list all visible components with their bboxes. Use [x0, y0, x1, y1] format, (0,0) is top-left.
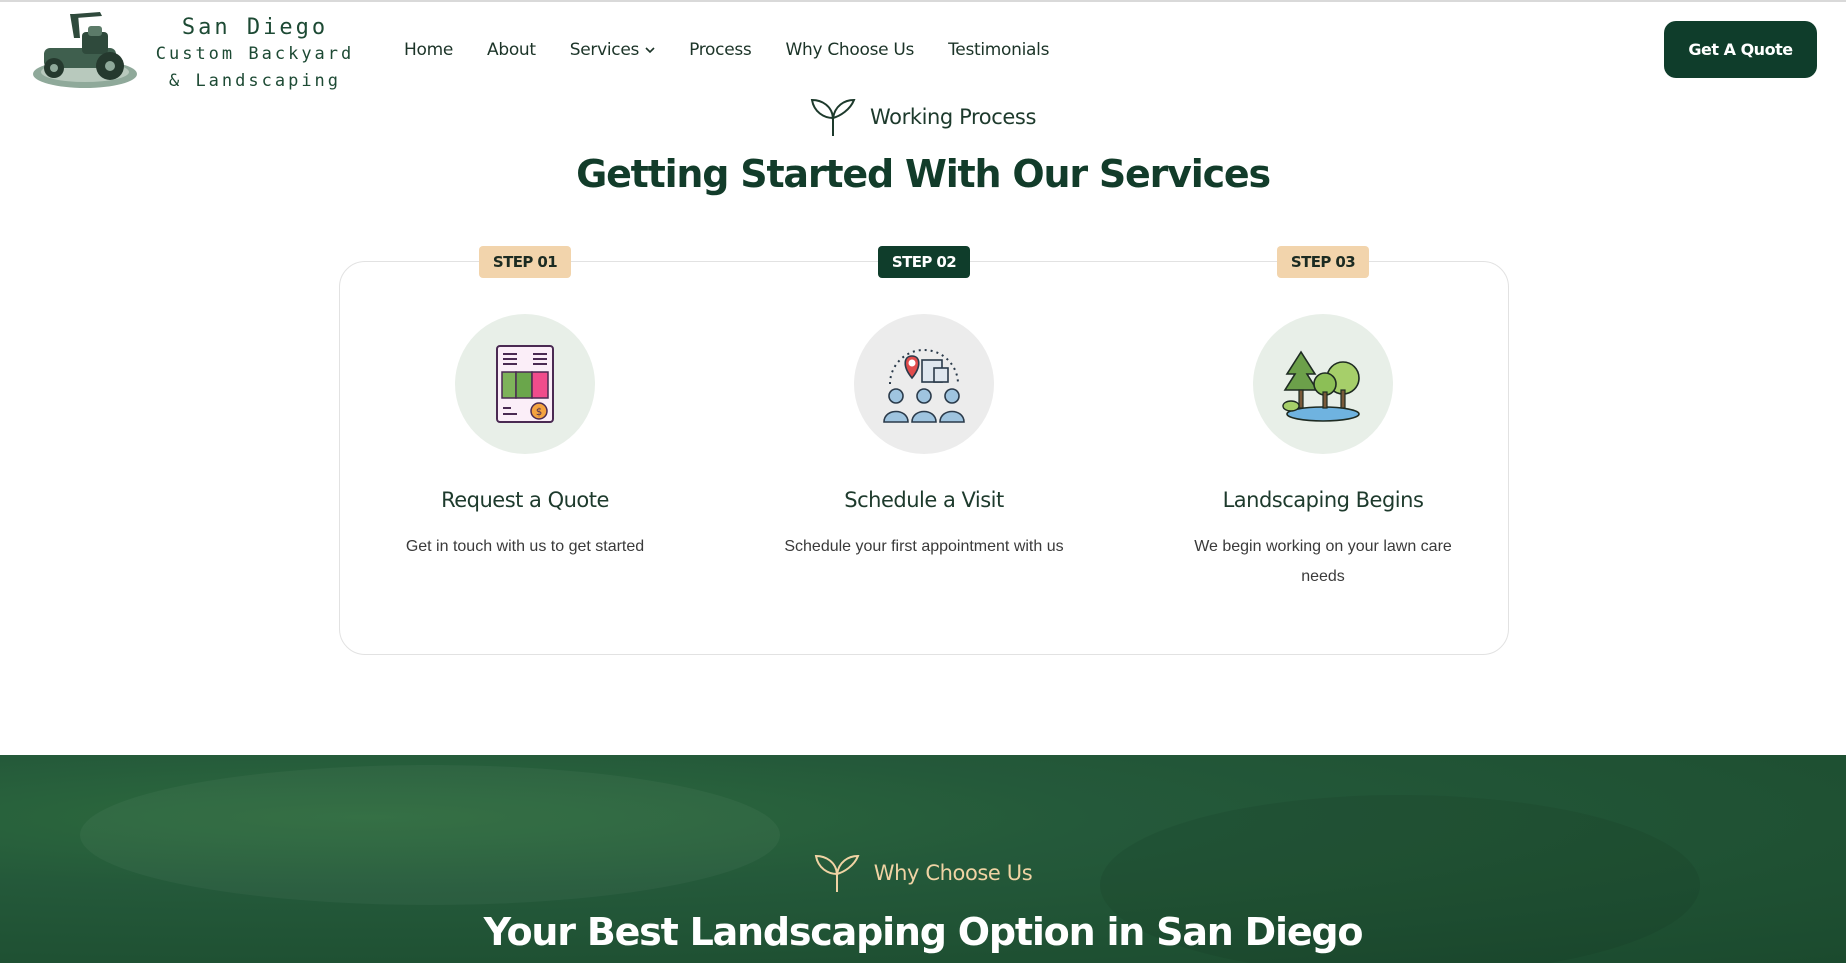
team-location-icon	[883, 349, 965, 423]
step-badge-2: STEP 02	[877, 246, 971, 278]
step-badge-1: STEP 01	[478, 246, 572, 278]
logo-line-1: San Diego	[181, 15, 329, 40]
chevron-down-icon	[645, 47, 655, 54]
step-desc-2: Schedule your first appointment with us	[784, 538, 1064, 555]
logo-wordmark: San Diego Custom Backyard & Landscaping	[140, 14, 370, 95]
nav-why-choose-us[interactable]: Why Choose Us	[785, 40, 914, 60]
step-title-1: Request a Quote	[441, 488, 609, 512]
step-card-1: STEP 01 $ Request a Quote Get in touch w…	[325, 246, 725, 562]
process-heading: Getting Started With Our Services	[576, 152, 1271, 196]
main-nav: Home About Services Process Why Choose U…	[404, 40, 1083, 60]
step-desc-1: Get in touch with us to get started	[405, 538, 645, 555]
sprout-icon	[814, 854, 860, 892]
logo-line-2: Custom Backyard	[155, 44, 355, 64]
nav-services-label: Services	[569, 40, 640, 60]
step-title-2: Schedule a Visit	[844, 488, 1004, 512]
step-icon-circle-1: $	[455, 314, 595, 454]
step-card-3: STEP 03 Landscaping Begins We begin work…	[1123, 246, 1523, 592]
nav-home[interactable]: Home	[404, 40, 453, 60]
step-desc-3: We begin working on your lawn care needs	[1194, 538, 1452, 585]
why-eyebrow: Why Choose Us	[0, 852, 1846, 894]
nav-process[interactable]: Process	[689, 40, 752, 60]
get-a-quote-button[interactable]: Get A Quote	[1664, 21, 1817, 78]
step-icon-circle-2	[854, 314, 994, 454]
step-card-2: STEP 02 Schedule a Visit Schedule your f…	[724, 246, 1124, 562]
step-title-3: Landscaping Begins	[1222, 488, 1424, 512]
step-icon-circle-3	[1253, 314, 1393, 454]
site-logo[interactable]: San Diego Custom Backyard & Landscaping	[30, 8, 351, 96]
nav-testimonials[interactable]: Testimonials	[948, 40, 1049, 60]
site-header: San Diego Custom Backyard & Landscaping …	[0, 2, 1846, 100]
quote-document-icon: $	[496, 345, 554, 423]
sprout-icon	[810, 98, 856, 136]
nav-about[interactable]: About	[487, 40, 536, 60]
process-eyebrow: Working Process	[0, 96, 1846, 138]
svg-text:$: $	[536, 407, 542, 418]
logo-line-3: & Landscaping	[168, 71, 342, 91]
lawn-mower-logo-icon	[33, 12, 137, 88]
process-eyebrow-label: Working Process	[870, 105, 1036, 129]
why-heading: Your Best Landscaping Option in San Dieg…	[483, 910, 1364, 954]
step-badge-3: STEP 03	[1276, 246, 1370, 278]
trees-pond-icon	[1282, 350, 1360, 422]
nav-services[interactable]: Services	[570, 40, 655, 60]
why-eyebrow-label: Why Choose Us	[873, 861, 1033, 885]
